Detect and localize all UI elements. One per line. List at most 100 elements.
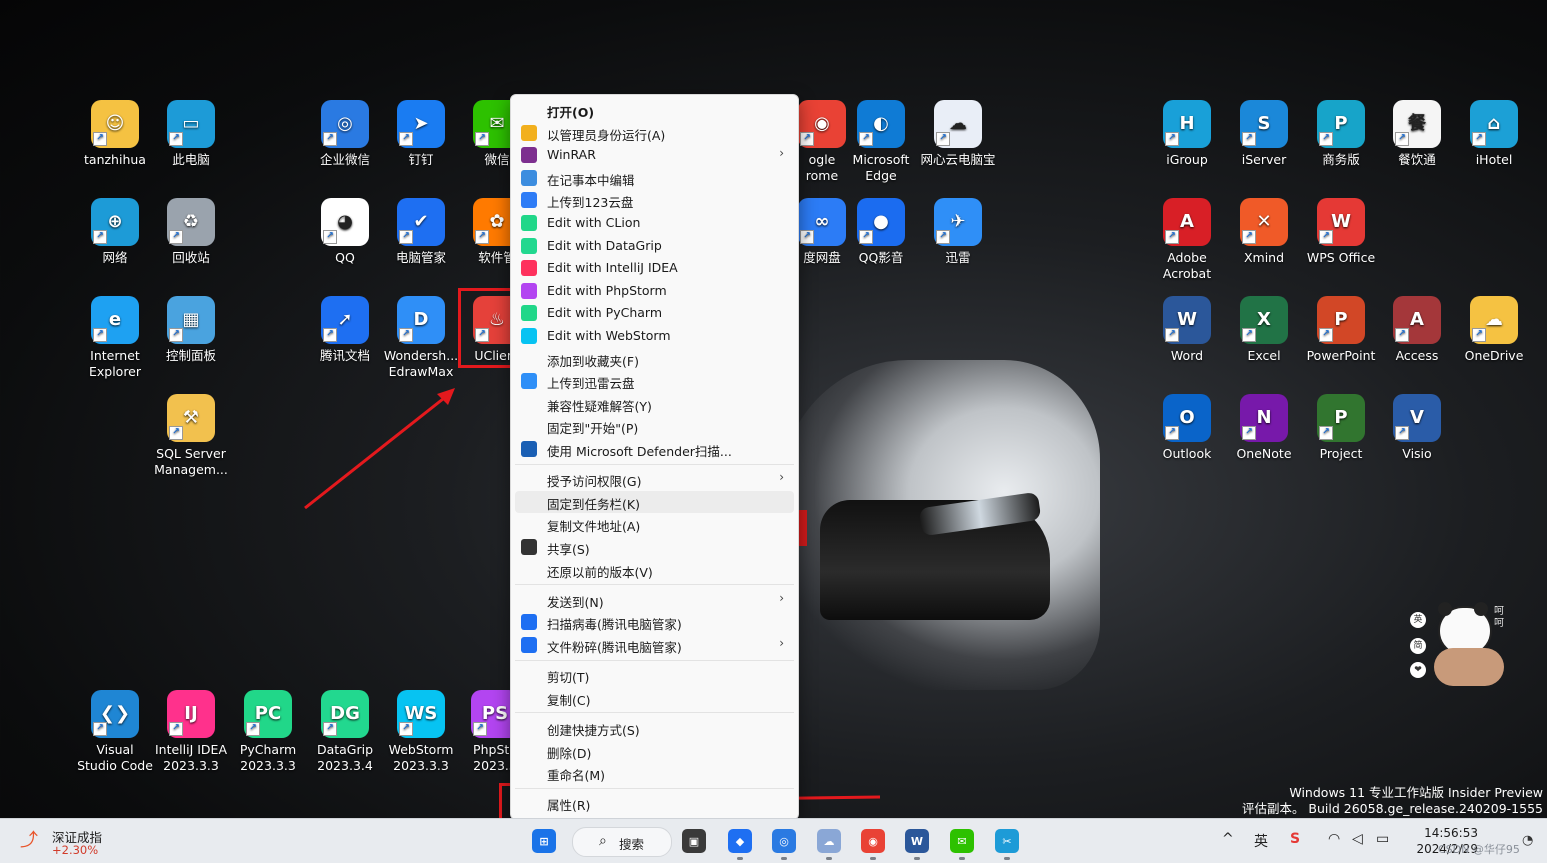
desktop-icon[interactable]: ✔ ↗ 电脑管家 [381, 198, 461, 266]
desktop-icon[interactable]: ◐ ↗ Microsoft Edge [841, 100, 921, 184]
desktop-icon[interactable]: P ↗ 商务版 [1301, 100, 1381, 168]
desktop-icon[interactable]: A ↗ Adobe Acrobat [1147, 198, 1227, 282]
context-menu-item[interactable]: 上传到迅雷云盘 [515, 370, 794, 392]
wangxinyun-app[interactable]: ☁ [817, 829, 841, 853]
wechat-app[interactable]: ✉ [950, 829, 974, 853]
desktop-icon[interactable]: ● ↗ QQ影音 [841, 198, 921, 266]
ime-indicator[interactable]: 英 [1254, 831, 1268, 851]
desktop-icon[interactable]: D ↗ Wondersh... EdrawMax [381, 296, 461, 380]
context-menu-item[interactable]: Edit with PyCharm [515, 302, 794, 324]
notification-bell-icon[interactable]: ◔ [1522, 833, 1533, 848]
desktop-icon[interactable]: O ↗ Outlook [1147, 394, 1227, 462]
context-menu-item[interactable]: 共享(S) [515, 536, 794, 558]
wecom-app[interactable]: ◎ [772, 829, 796, 853]
context-menu-item[interactable]: 上传到123云盘 [515, 189, 794, 211]
context-menu-item[interactable]: WinRAR › [515, 144, 794, 166]
desktop-icon[interactable]: ▦ ↗ 控制面板 [151, 296, 231, 364]
desktop-icon[interactable]: ⌂ ↗ iHotel [1454, 100, 1534, 168]
context-menu-item[interactable]: Edit with PhpStorm [515, 280, 794, 302]
context-menu-item-label: 删除(D) [547, 745, 592, 761]
tencent-meeting-app[interactable]: ◆ [728, 829, 752, 853]
stock-widget[interactable]: ⤴ 深证成指 +2.30% [20, 825, 120, 859]
stock-change: +2.30% [52, 843, 99, 857]
desktop-icon[interactable]: ✕ ↗ Xmind [1224, 198, 1304, 266]
snipping-tool-app[interactable]: ✂ [995, 829, 1019, 853]
desktop-icon[interactable]: DG ↗ DataGrip 2023.3.4 [305, 690, 385, 774]
context-menu-item[interactable]: Edit with CLion [515, 212, 794, 234]
desktop-icon[interactable]: ❮❯ ↗ Visual Studio Code [75, 690, 155, 774]
context-menu-item[interactable]: 发送到(N) › [515, 589, 794, 611]
context-menu-item[interactable]: Edit with DataGrip [515, 235, 794, 257]
battery-icon[interactable]: ▭ [1376, 831, 1389, 847]
shortcut-arrow-icon: ↗ [1165, 426, 1179, 440]
context-menu-item[interactable]: 使用 Microsoft Defender扫描... [515, 438, 794, 460]
shortcut-arrow-icon: ↗ [475, 230, 489, 244]
arrow-to-uclient-head [437, 388, 455, 405]
desktop-icon[interactable]: W ↗ WPS Office [1301, 198, 1381, 266]
desktop-icon[interactable]: ➤ ↗ 钉钉 [381, 100, 461, 168]
context-menu-item[interactable]: 属性(R) [515, 792, 794, 814]
sticker-badge-heart[interactable]: ❤ [1410, 662, 1426, 678]
context-menu-item[interactable]: 固定到任务栏(K) [515, 490, 794, 513]
sticker-badge-english[interactable]: 英 [1410, 612, 1426, 628]
desktop-icon[interactable]: ⚒ ↗ SQL Server Managem... [151, 394, 231, 478]
desktop-icon[interactable]: A ↗ Access [1377, 296, 1457, 364]
desktop-icon[interactable]: ☁ ↗ OneDrive [1454, 296, 1534, 364]
desktop-icon[interactable]: ◕ ↗ QQ [305, 198, 385, 266]
context-menu-item[interactable]: 扫描病毒(腾讯电脑管家) [515, 611, 794, 633]
control-panel-icon: ▦ ↗ [167, 296, 215, 344]
context-menu-item-label: 发送到(N) [547, 594, 604, 610]
context-menu-item[interactable]: 创建快捷方式(S) [515, 717, 794, 739]
context-menu-item[interactable]: 打开(O) [515, 99, 794, 121]
desktop-icon[interactable]: H ↗ iGroup [1147, 100, 1227, 168]
context-menu-item[interactable]: 固定到"开始"(P) [515, 415, 794, 437]
context-menu-item[interactable]: 剪切(T) [515, 664, 794, 686]
sticker-badge-simplified[interactable]: 简 [1410, 638, 1426, 654]
desktop-icon[interactable]: V ↗ Visio [1377, 394, 1457, 462]
desktop-icon[interactable]: ▭ ↗ 此电脑 [151, 100, 231, 168]
context-menu-item[interactable]: 重命名(M) [515, 762, 794, 784]
word-app[interactable]: W [905, 829, 929, 853]
tray-overflow-chevron-icon[interactable]: ^ [1222, 831, 1234, 847]
panda-sticker-widget[interactable]: 英 简 ❤ 呵呵 [1410, 598, 1512, 690]
context-menu-item[interactable]: Edit with IntelliJ IDEA [515, 257, 794, 279]
desktop-icon[interactable]: ⊕ ↗ 网络 [75, 198, 155, 266]
context-menu-item[interactable]: 兼容性疑难解答(Y) [515, 393, 794, 415]
volume-icon[interactable]: ◁ [1352, 831, 1363, 847]
desktop-icon[interactable]: ◎ ↗ 企业微信 [305, 100, 385, 168]
context-menu-item[interactable]: 复制(C) [515, 687, 794, 709]
desktop-icon[interactable]: WS ↗ WebStorm 2023.3.3 [381, 690, 461, 774]
context-menu-item[interactable]: 删除(D) [515, 740, 794, 762]
context-menu-item[interactable]: 还原以前的版本(V) [515, 559, 794, 581]
context-menu-item[interactable]: 在记事本中编辑 [515, 167, 794, 189]
desktop-icon[interactable]: IJ ↗ IntelliJ IDEA 2023.3.3 [151, 690, 231, 774]
desktop-icon[interactable]: W ↗ Word [1147, 296, 1227, 364]
desktop-icon[interactable]: P ↗ PowerPoint [1301, 296, 1381, 364]
context-menu-item[interactable]: 文件粉碎(腾讯电脑管家) › [515, 634, 794, 656]
desktop-icon[interactable]: N ↗ OneNote [1224, 394, 1304, 462]
desktop-icon[interactable]: X ↗ Excel [1224, 296, 1304, 364]
desktop-icon[interactable]: ♻ ↗ 回收站 [151, 198, 231, 266]
wifi-icon[interactable]: ◠ [1328, 831, 1340, 847]
context-menu-item[interactable]: 添加到收藏夹(F) [515, 348, 794, 370]
desktop-icon[interactable]: ✈ ↗ 迅雷 [918, 198, 998, 266]
taskbar-search-box[interactable]: ⌕ 搜索 [572, 827, 672, 857]
desktop-icon[interactable]: 餐 ↗ 餐饮通 [1377, 100, 1457, 168]
desktop-icon[interactable]: PC ↗ PyCharm 2023.3.3 [228, 690, 308, 774]
desktop-icon[interactable]: ☁ ↗ 网心云电脑宝 [918, 100, 998, 168]
desktop-icon[interactable]: e ↗ Internet Explorer [75, 296, 155, 380]
start-button[interactable]: ⊞ [532, 829, 556, 853]
chrome-app[interactable]: ◉ [861, 829, 885, 853]
task-view-button[interactable]: ▣ [682, 829, 706, 853]
desktop-icon[interactable]: ➚ ↗ 腾讯文档 [305, 296, 385, 364]
desktop-icon[interactable]: S ↗ iServer [1224, 100, 1304, 168]
context-menu-item[interactable]: 以管理员身份运行(A) [515, 122, 794, 144]
sticker-text: 呵呵 [1494, 606, 1504, 629]
desktop-icon[interactable]: ☺ ↗ tanzhihua [75, 100, 155, 168]
context-menu-item-label: 授予访问权限(G) [547, 474, 642, 490]
wps-tray-icon[interactable]: S [1290, 831, 1300, 847]
context-menu-item[interactable]: 复制文件地址(A) [515, 513, 794, 535]
context-menu-item[interactable]: Edit with WebStorm [515, 325, 794, 347]
context-menu-item[interactable]: 授予访问权限(G) › [515, 468, 794, 490]
desktop-icon[interactable]: P ↗ Project [1301, 394, 1381, 462]
